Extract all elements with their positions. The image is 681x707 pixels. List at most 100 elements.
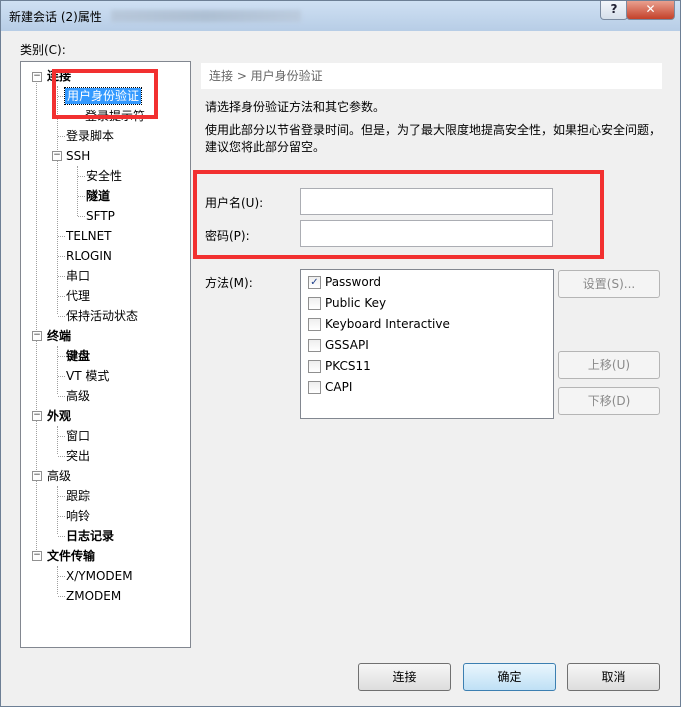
checkbox-icon[interactable] — [308, 381, 321, 394]
tree-item-label: 响铃 — [66, 509, 91, 523]
tree-item-terminal[interactable]: 终端 — [47, 327, 71, 345]
session-properties-dialog: 新建会话 (2)属性 ? ✕ 类别(C): − 连接 用户身份验证 登录提示符 … — [0, 0, 681, 707]
category-tree[interactable]: − 连接 用户身份验证 登录提示符 登录脚本 − SSH 安全性 隧道 SFTP… — [20, 61, 191, 648]
tree-item-file-transfer[interactable]: 文件传输 — [47, 547, 95, 565]
collapse-icon[interactable]: − — [52, 151, 62, 161]
password-input[interactable] — [300, 220, 553, 247]
method-label-text: Password — [325, 275, 382, 289]
tree-line — [78, 176, 85, 177]
collapse-icon[interactable]: − — [32, 551, 42, 561]
tree-line — [58, 516, 65, 517]
tree-item-advanced[interactable]: 高级 — [47, 467, 71, 485]
tree-item-highlight[interactable]: 突出 — [66, 447, 90, 465]
tree-item-label: 用户身份验证 — [63, 87, 143, 105]
auth-method-list[interactable]: ✓ Password Public Key Keyboard Interacti… — [300, 269, 554, 419]
close-button[interactable]: ✕ — [626, 1, 675, 20]
tree-item-telnet[interactable]: TELNET — [66, 227, 112, 245]
username-input[interactable] — [300, 188, 553, 215]
tree-line — [58, 256, 65, 257]
tree-line — [58, 596, 65, 597]
tree-item-keyboard[interactable]: 键盘 — [66, 347, 90, 365]
tree-item-rlogin[interactable]: RLOGIN — [66, 247, 112, 265]
tree-item-security[interactable]: 安全性 — [86, 167, 122, 185]
tree-item-sftp[interactable]: SFTP — [86, 207, 115, 225]
tree-line — [57, 346, 58, 394]
tree-line — [58, 296, 65, 297]
tree-line — [58, 316, 65, 317]
tree-line — [78, 216, 85, 217]
tree-item-label: 文件传输 — [47, 549, 96, 563]
tree-item-label: 高级 — [66, 389, 91, 403]
collapse-icon[interactable]: − — [32, 411, 42, 421]
checkbox-icon[interactable] — [308, 318, 321, 331]
tree-item-label: 串口 — [66, 269, 91, 283]
tree-item-terminal-advanced[interactable]: 高级 — [66, 387, 90, 405]
tree-item-label: 跟踪 — [66, 489, 91, 503]
tree-item-login-script[interactable]: 登录脚本 — [66, 127, 114, 145]
tree-item-keepalive[interactable]: 保持活动状态 — [66, 307, 138, 325]
tree-item-label: 隧道 — [86, 189, 111, 203]
tree-item-label: 登录脚本 — [66, 129, 115, 143]
method-label-text: GSSAPI — [325, 338, 369, 352]
title-bar[interactable]: 新建会话 (2)属性 ? ✕ — [1, 1, 680, 31]
tree-item-label: 连接 — [47, 69, 72, 83]
tree-line — [57, 86, 58, 314]
collapse-icon[interactable]: − — [32, 471, 42, 481]
checkbox-icon[interactable] — [308, 339, 321, 352]
move-down-button[interactable]: 下移(D) — [558, 387, 660, 415]
tree-item-logging[interactable]: 日志记录 — [66, 527, 114, 545]
tree-item-label: 保持活动状态 — [66, 309, 139, 323]
tree-item-label: 键盘 — [66, 349, 91, 363]
move-up-button[interactable]: 上移(U) — [558, 351, 660, 379]
checkbox-icon[interactable] — [308, 360, 321, 373]
tree-line — [58, 496, 65, 497]
tree-line — [57, 566, 58, 594]
help-button[interactable]: ? — [600, 1, 628, 20]
method-label-text: PKCS11 — [325, 359, 371, 373]
tree-item-bell[interactable]: 响铃 — [66, 507, 90, 525]
checkbox-icon[interactable] — [308, 297, 321, 310]
tree-line — [57, 426, 58, 454]
tree-item-ssh[interactable]: SSH — [66, 147, 90, 165]
tree-line — [58, 356, 65, 357]
tree-item-proxy[interactable]: 代理 — [66, 287, 90, 305]
password-label: 密码(P): — [205, 229, 250, 243]
tree-item-label: 高级 — [47, 469, 72, 483]
tree-item-label: SSH — [66, 149, 91, 163]
tree-item-label: 登录提示符 — [85, 109, 146, 123]
tree-item-login-prompt[interactable]: 登录提示符 — [85, 107, 145, 125]
tree-item-trace[interactable]: 跟踪 — [66, 487, 90, 505]
tree-line — [77, 166, 78, 216]
tree-item-label: 代理 — [66, 289, 91, 303]
tree-line — [78, 196, 85, 197]
tree-item-appearance[interactable]: 外观 — [47, 407, 71, 425]
tree-line — [58, 116, 65, 117]
tree-item-zmodem[interactable]: ZMODEM — [66, 587, 121, 605]
connect-button[interactable]: 连接 — [358, 663, 451, 691]
tree-item-tunnel[interactable]: 隧道 — [86, 187, 110, 205]
panel-hint: 使用此部分以节省登录时间。但是，为了最大限度地提高安全性，如果担心安全问题，建议… — [205, 123, 662, 154]
checkbox-checked-icon[interactable]: ✓ — [308, 276, 321, 289]
tree-item-user-auth[interactable]: 用户身份验证 — [63, 87, 143, 105]
method-label-text: Keyboard Interactive — [325, 317, 450, 331]
collapse-icon[interactable]: − — [32, 72, 42, 82]
tree-line — [58, 276, 65, 277]
tree-item-vt-mode[interactable]: VT 模式 — [66, 367, 109, 385]
collapse-icon[interactable]: − — [32, 331, 42, 341]
tree-item-label: VT 模式 — [66, 369, 110, 383]
tree-item-serial[interactable]: 串口 — [66, 267, 90, 285]
tree-item-label: 突出 — [66, 449, 91, 463]
tree-line — [36, 78, 37, 556]
tree-item-connection[interactable]: 连接 — [47, 67, 71, 85]
ok-button[interactable]: 确定 — [463, 663, 556, 691]
method-label-text: Public Key — [325, 296, 387, 310]
window-title: 新建会话 (2)属性 — [9, 10, 102, 24]
tree-line — [58, 536, 65, 537]
tree-item-window[interactable]: 窗口 — [66, 427, 90, 445]
tree-item-xymodem[interactable]: X/YMODEM — [66, 567, 133, 585]
tree-line — [58, 136, 65, 137]
panel-description: 请选择身份验证方法和其它参数。 — [205, 100, 386, 114]
settings-button[interactable]: 设置(S)... — [558, 270, 660, 298]
cancel-button[interactable]: 取消 — [567, 663, 660, 691]
tree-line — [58, 436, 65, 437]
